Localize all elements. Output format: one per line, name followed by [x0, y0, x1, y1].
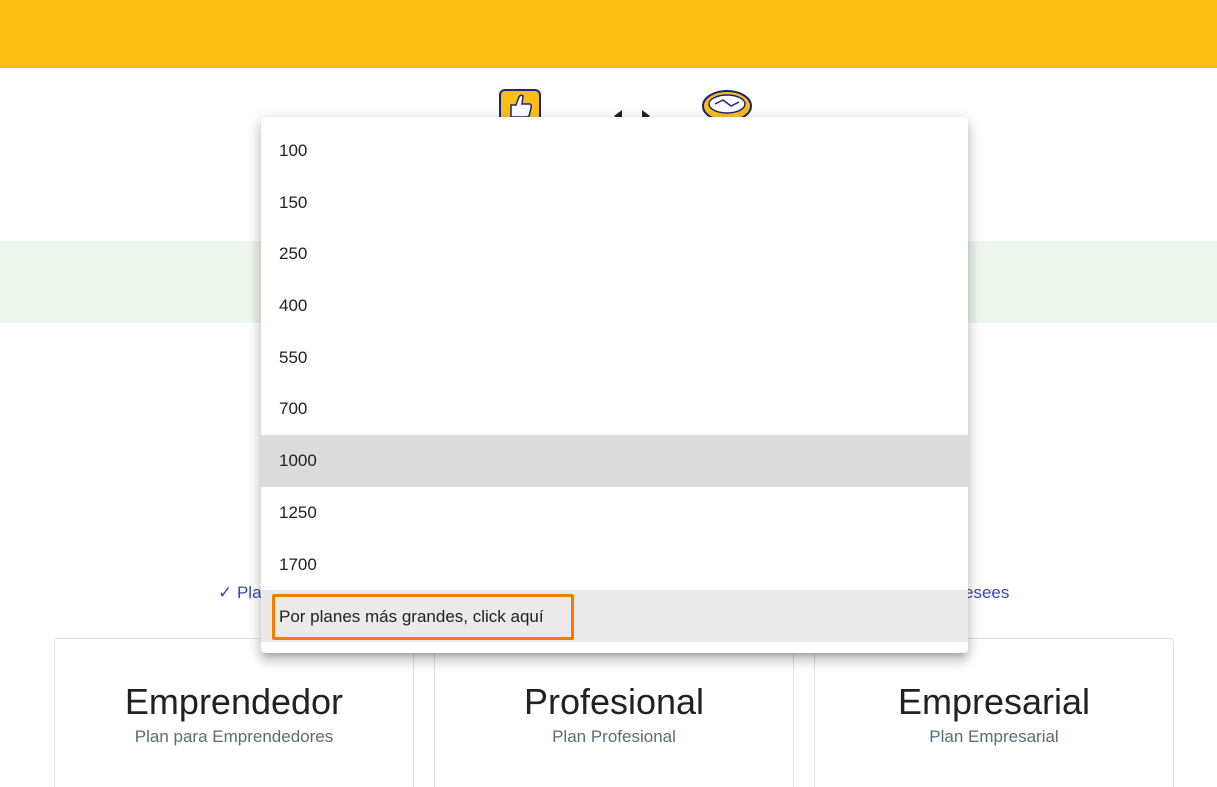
plan-subtitle: Plan para Emprendedores [134, 727, 334, 746]
feature-item-right: esees [968, 583, 1010, 602]
dropdown-option-selected[interactable]: 1000 [261, 435, 968, 487]
top-header-bar [0, 0, 1217, 68]
more-plans-link[interactable]: Por planes más grandes, click aquí [272, 594, 574, 641]
plan-title: Empresarial [897, 681, 1091, 722]
plan-card-emprendedor[interactable]: Emprendedor Plan para Emprendedores [54, 638, 414, 787]
dropdown-option[interactable]: 400 [261, 280, 968, 332]
dropdown-option[interactable]: 550 [261, 332, 968, 384]
feature-item-left: ✓ Pla [218, 583, 262, 602]
plan-subtitle: Plan Empresarial [929, 727, 1059, 746]
dropdown-option[interactable]: 150 [261, 177, 968, 229]
dropdown-option[interactable]: 700 [261, 383, 968, 435]
plan-card-empresarial[interactable]: Empresarial Plan Empresarial [814, 638, 1174, 787]
dropdown-option[interactable]: 250 [261, 228, 968, 280]
dropdown-option[interactable]: 100 [261, 125, 968, 177]
dropdown-option[interactable]: 1700 [261, 539, 968, 591]
plan-subtitle: Plan Profesional [552, 727, 676, 746]
dropdown-option[interactable]: 1250 [261, 487, 968, 539]
plan-card-profesional[interactable]: Profesional Plan Profesional [434, 638, 794, 787]
dropdown-option-more-plans[interactable]: Por planes más grandes, click aquí [261, 590, 968, 642]
plan-title: Emprendedor [124, 681, 344, 722]
plan-title: Profesional [523, 681, 705, 722]
quantity-dropdown-menu: 100 150 250 400 550 700 1000 1250 1700 P… [261, 117, 968, 653]
